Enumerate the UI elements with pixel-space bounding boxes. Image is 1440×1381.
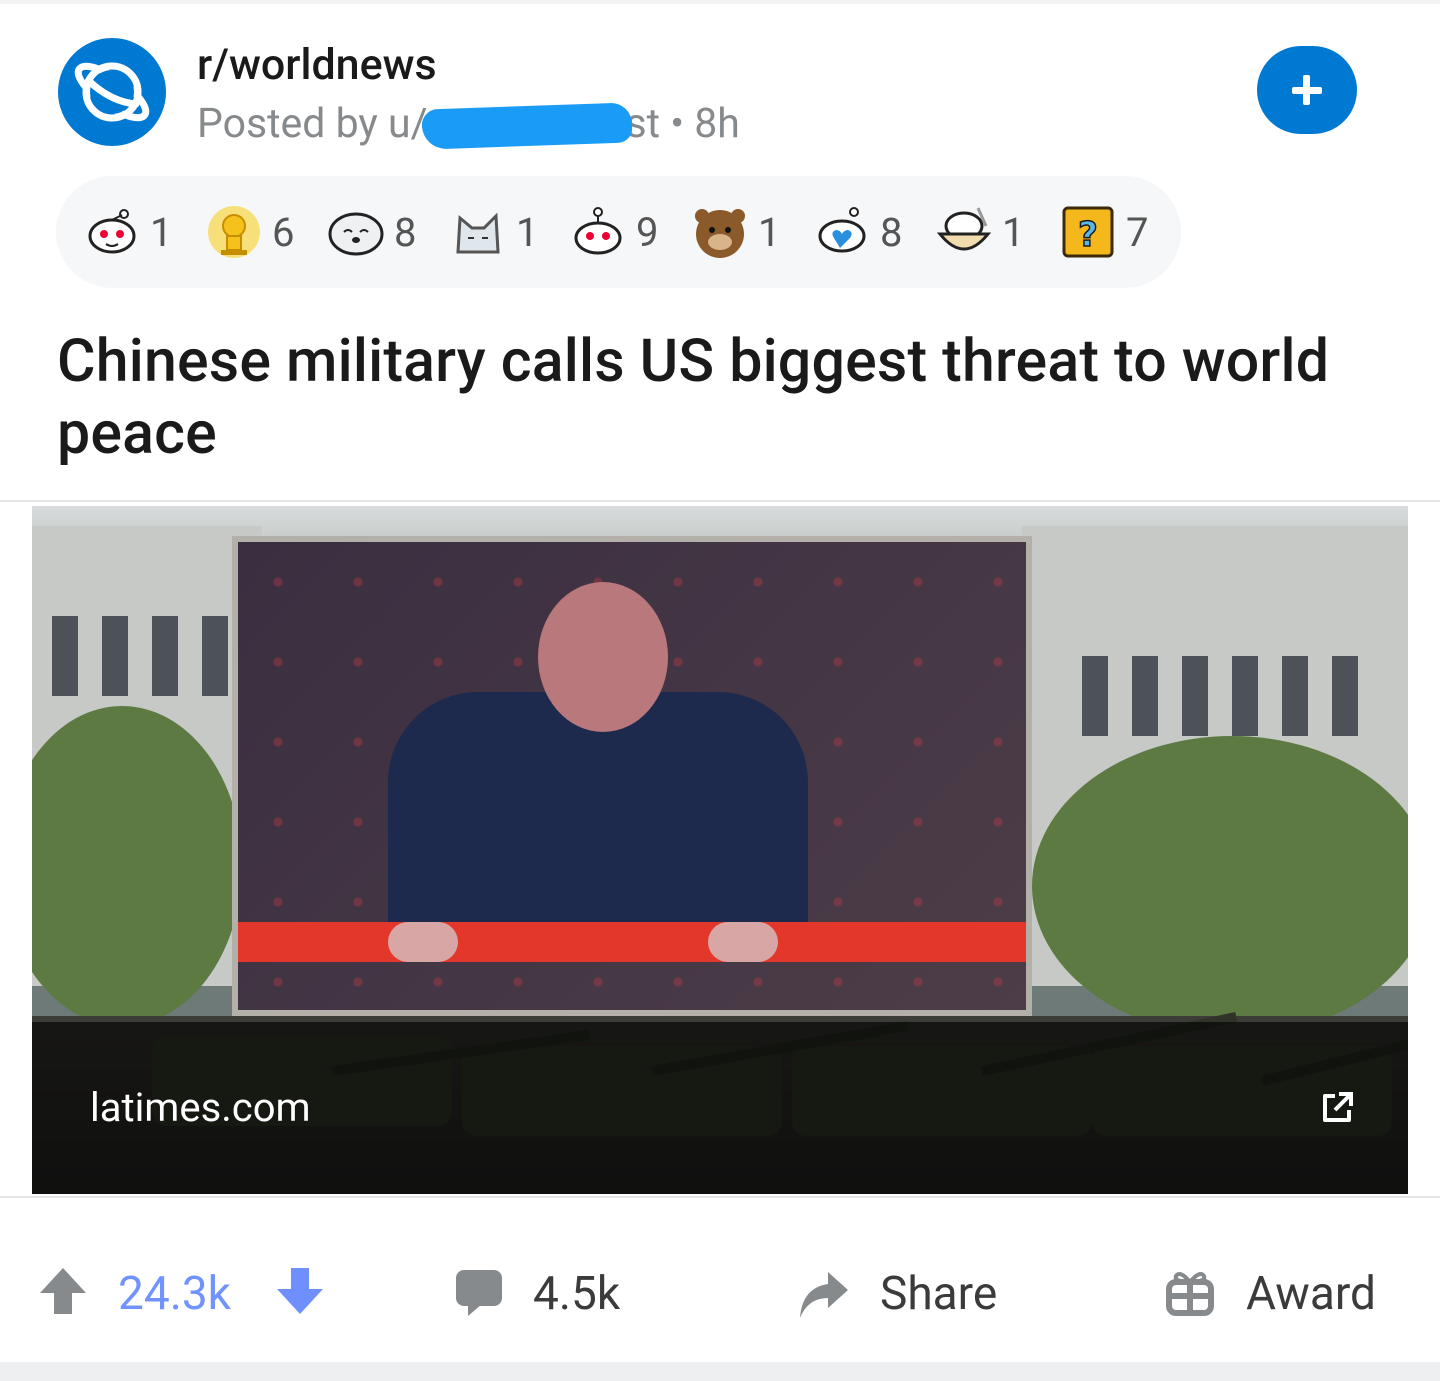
- downvote-icon[interactable]: [275, 1266, 325, 1316]
- share-label[interactable]: Share: [880, 1267, 997, 1321]
- award-label[interactable]: Award: [1246, 1267, 1376, 1321]
- image-trees: [1032, 736, 1408, 1036]
- award-item[interactable]: 1: [936, 204, 1024, 260]
- award-count: 1: [1002, 208, 1025, 256]
- award-count: 1: [516, 208, 539, 256]
- link-preview-image[interactable]: latimes.com: [32, 506, 1408, 1194]
- award-snoo-icon: [570, 204, 626, 260]
- award-cat-icon: [450, 204, 506, 260]
- planet-icon: [74, 62, 150, 122]
- award-snoo-bowl-icon: [936, 204, 992, 260]
- award-seal-icon: [328, 204, 384, 260]
- top-divider: [0, 0, 1440, 4]
- award-item[interactable]: 1: [692, 204, 780, 260]
- vote-score: 24.3k: [118, 1267, 232, 1321]
- award-item[interactable]: 8: [328, 204, 416, 260]
- award-item[interactable]: 1: [84, 204, 172, 260]
- award-helpful-gold-icon: [206, 204, 262, 260]
- redaction-mark: [420, 102, 633, 150]
- award-count: 1: [758, 208, 781, 256]
- comments-count[interactable]: 4.5k: [533, 1267, 620, 1321]
- post-title[interactable]: Chinese military calls US biggest threat…: [57, 326, 1357, 470]
- award-item[interactable]: 1: [450, 204, 538, 260]
- award-question-block-icon: ?: [1060, 204, 1116, 260]
- award-button[interactable]: [1166, 1268, 1214, 1316]
- award-item[interactable]: 6: [206, 204, 294, 260]
- comments-button[interactable]: [454, 1268, 504, 1318]
- posted-by-suffix: st • 8h: [625, 100, 740, 148]
- award-count: 9: [636, 208, 659, 256]
- link-domain[interactable]: latimes.com: [90, 1084, 311, 1131]
- upvote-icon[interactable]: [38, 1266, 88, 1316]
- post-actions-bar: 24.3k 4.5k Share Award: [0, 1230, 1440, 1350]
- award-count: 6: [272, 208, 295, 256]
- award-count: 1: [150, 208, 173, 256]
- image-big-screen: [232, 536, 1032, 1016]
- award-snoo-heart-icon: [84, 204, 140, 260]
- award-item[interactable]: ? 7: [1060, 204, 1148, 260]
- subreddit-name[interactable]: r/worldnews: [197, 40, 437, 90]
- posted-by-prefix: Posted by u/: [197, 100, 428, 148]
- award-item[interactable]: 8: [814, 204, 902, 260]
- subreddit-icon[interactable]: [58, 38, 166, 146]
- gift-icon: [1166, 1272, 1214, 1316]
- external-link-icon[interactable]: [1317, 1088, 1357, 1128]
- awards-bar[interactable]: 1 6 8 1 9 1 8 1 ? 7: [56, 176, 1181, 288]
- award-item[interactable]: 9: [570, 204, 658, 260]
- award-snoo-love-icon: [814, 204, 870, 260]
- share-button[interactable]: [796, 1268, 850, 1322]
- svg-text:?: ?: [1078, 215, 1098, 255]
- share-arrow-icon: [800, 1272, 848, 1318]
- award-count: 7: [1126, 208, 1149, 256]
- award-count: 8: [394, 208, 417, 256]
- award-bear-icon: [692, 204, 748, 260]
- award-count: 8: [880, 208, 903, 256]
- post-meta: Posted by u/st • 8h: [197, 100, 740, 150]
- bottom-divider: [0, 1362, 1440, 1381]
- join-button[interactable]: [1257, 46, 1357, 134]
- comment-icon: [456, 1270, 502, 1316]
